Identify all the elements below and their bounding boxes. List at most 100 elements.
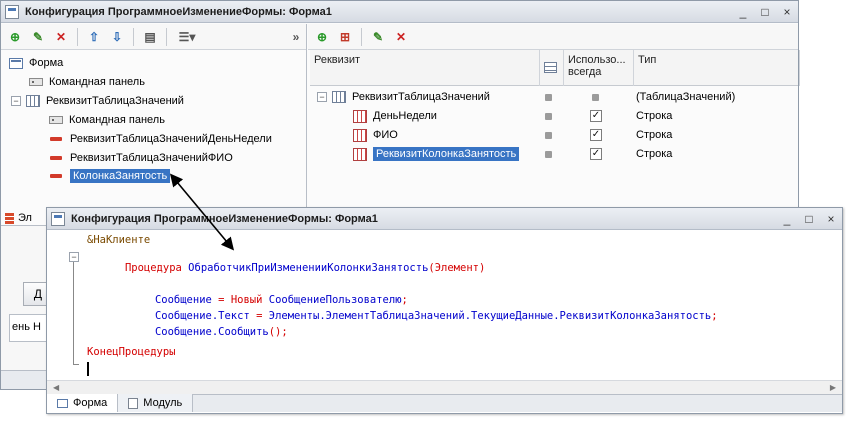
fold-gutter-line [73,257,74,365]
value-table-icon [26,95,40,107]
menu-icon[interactable]: ☰▾ [173,27,201,47]
collapse-icon[interactable]: − [69,252,79,262]
fold-end-tick [73,364,79,365]
delete-icon[interactable]: ✕ [51,27,71,47]
add-attribute-icon[interactable]: ⊕ [312,27,332,47]
form-tab-icon [57,398,68,408]
delete-icon[interactable]: ✕ [391,27,411,47]
code-line: Сообщение.Сообщить(); [154,326,288,338]
edit-icon[interactable]: ✎ [368,27,388,47]
minimize-button[interactable]: _ [776,209,798,229]
window-form-icon [5,4,19,19]
attributes-toolbar: ⊕ ⊞ ✎ ✕ [308,24,798,50]
form-editor-title: Конфигурация ПрограммноеИзменениеФормы: … [25,5,332,18]
code-procedure-line: Процедура ОбработчикПриИзмененииКолонкиЗ… [124,262,486,274]
move-up-icon[interactable]: ⇧ [84,27,104,47]
elements-pane: ⊕ ✎ ✕ ⇧ ⇩ ▤ ☰▾ » Форма Командная панель … [1,24,307,224]
always-use-checkbox[interactable]: ✓ [590,148,602,160]
value-table-icon [332,91,346,103]
tree-item-form[interactable]: Форма [9,54,63,72]
add-column-icon[interactable]: ⊞ [335,27,355,47]
attribute-name: РеквизитКолонкаЗанятость [373,147,520,161]
tree-item-label: РеквизитТаблицаЗначенийФИО [70,152,233,164]
tree-item-label: РеквизитТаблицаЗначений [46,95,184,107]
tree-item-label: Командная панель [49,76,145,88]
horizontal-scrollbar[interactable]: ◀ ▶ [47,380,842,394]
tree-item-label: РеквизитТаблицаЗначенийДеньНедели [70,133,272,145]
scroll-right-icon[interactable]: ▶ [830,383,836,392]
attribute-type: Строка [636,148,673,160]
column-header-type[interactable]: Тип [634,50,800,86]
module-tab-icon [128,397,139,409]
field-icon [353,128,367,142]
move-down-icon[interactable]: ⇩ [107,27,127,47]
command-panel-icon [29,78,43,86]
field-icon [353,147,367,161]
maximize-button[interactable]: □ [754,2,776,22]
add-icon[interactable]: ⊕ [5,27,25,47]
column-header-attribute[interactable]: Реквизит [310,50,540,86]
edit-icon[interactable]: ✎ [28,27,48,47]
scroll-left-icon[interactable]: ◀ [53,383,59,392]
close-button[interactable]: × [776,2,798,22]
window-form-icon [51,211,65,226]
attribute-row-day-of-week[interactable]: ДеньНедели [353,107,437,125]
attribute-type: (ТаблицаЗначений) [636,91,736,103]
attribute-name: РеквизитТаблицаЗначений [352,91,490,103]
elements-tab[interactable]: Эл [5,210,32,226]
form-editor-titlebar[interactable]: Конфигурация ПрограммноеИзменениеФормы: … [1,1,798,23]
tree-item-command-panel[interactable]: Командная панель [49,111,165,129]
maximize-button[interactable]: □ [798,209,820,229]
attribute-row-fio[interactable]: ФИО [353,126,398,144]
icon-cell-marker [545,113,552,120]
tree-item-value-table[interactable]: − РеквизитТаблицаЗначений [11,92,184,110]
tree-item-label: КолонкаЗанятость [70,169,171,183]
elements-tab-label: Эл [18,212,32,224]
always-use-checkbox[interactable]: ✓ [590,129,602,141]
field-icon [50,174,62,178]
module-tabs: Форма Модуль [47,394,842,412]
text-cursor [87,362,89,376]
grid-icon [544,62,557,73]
field-icon [50,156,62,160]
icon-cell-marker [545,132,552,139]
attribute-name: ФИО [373,129,398,141]
column-header-icon[interactable] [540,50,564,86]
field-icon [353,109,367,123]
collapse-icon[interactable]: − [11,96,21,106]
attributes-grid-header: Реквизит Использо... всегда Тип [310,50,800,86]
tab-module[interactable]: Модуль [118,394,194,412]
tab-form[interactable]: Форма [47,394,119,412]
properties-icon[interactable]: ▤ [140,27,160,47]
command-panel-icon [49,116,63,124]
elements-tab-icon [5,212,14,224]
tree-item-label: Форма [29,57,64,69]
attribute-row-value-table[interactable]: − РеквизитТаблицаЗначений [317,88,490,106]
procedure-name: ОбработчикПриИзмененииКолонкиЗанятость [188,262,429,274]
code-end-procedure: КонецПроцедуры [87,346,176,358]
tree-item-label: Командная панель [69,114,165,126]
code-editor[interactable]: − &НаКлиенте Процедура ОбработчикПриИзме… [47,231,842,380]
attribute-type: Строка [636,129,673,141]
tree-item-column-occupancy[interactable]: КолонкаЗанятость [49,167,171,185]
code-directive: &НаКлиенте [87,234,151,246]
module-editor-titlebar[interactable]: Конфигурация ПрограммноеИзменениеФормы: … [47,208,842,230]
more-icon[interactable]: » [286,27,306,47]
attribute-row-column-occupancy[interactable]: РеквизитКолонкаЗанятость [353,145,520,163]
minimize-button[interactable]: _ [732,2,754,22]
field-icon [50,137,62,141]
icon-cell-marker [545,151,552,158]
module-editor-title: Конфигурация ПрограммноеИзменениеФормы: … [71,212,378,225]
collapse-icon[interactable]: − [317,92,327,102]
tree-item-fio[interactable]: РеквизитТаблицаЗначенийФИО [49,149,233,167]
column-header-always-use[interactable]: Использо... всегда [564,50,634,86]
always-use-marker [592,94,599,101]
tree-item-command-panel[interactable]: Командная панель [29,73,145,91]
always-use-checkbox[interactable]: ✓ [590,110,602,122]
attribute-type: Строка [636,110,673,122]
module-editor-window: Конфигурация ПрограммноеИзменениеФормы: … [46,207,843,414]
tree-item-day-of-week[interactable]: РеквизитТаблицаЗначенийДеньНедели [49,130,272,148]
attribute-name: ДеньНедели [373,110,437,122]
icon-cell-marker [545,94,552,101]
close-button[interactable]: × [820,209,842,229]
